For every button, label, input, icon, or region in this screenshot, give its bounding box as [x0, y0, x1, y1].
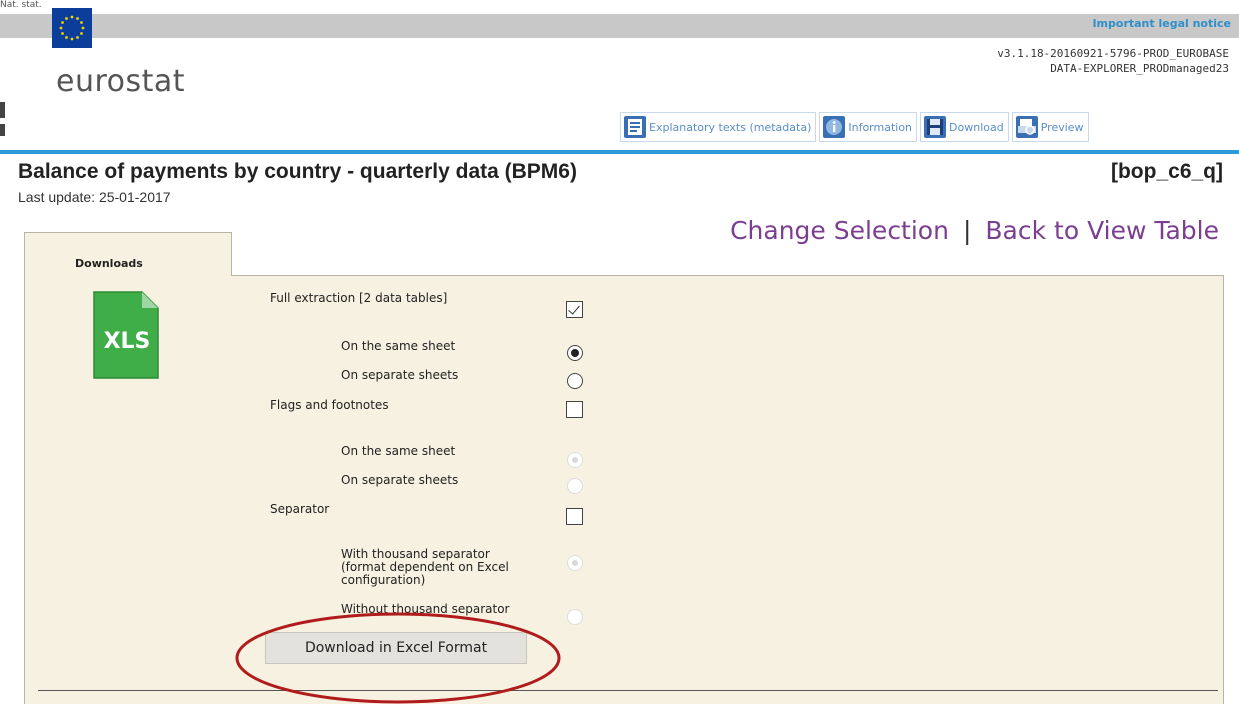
last-update: Last update: 25-01-2017 [18, 189, 171, 205]
change-selection-link[interactable]: Change Selection [730, 216, 949, 245]
toolbar-metadata-label: Explanatory texts (metadata) [649, 120, 812, 134]
toolbar-preview-button[interactable]: Preview [1011, 112, 1089, 142]
flags-same-sheet-radio[interactable] [567, 452, 583, 468]
panel-divider [38, 690, 1218, 691]
tab-downloads[interactable]: Downloads [24, 232, 232, 276]
print-preview-icon [1015, 116, 1038, 138]
legal-notice-link[interactable]: Important legal notice [1092, 17, 1231, 30]
metadata-icon [624, 116, 646, 138]
flags-separate-sheets-label: On separate sheets [341, 473, 459, 487]
flags-footnotes-checkbox[interactable] [566, 401, 583, 418]
toolbar-download-label: Download [949, 120, 1004, 134]
full-separate-sheets-radio[interactable] [567, 373, 583, 389]
flags-same-sheet-label: On the same sheet [341, 444, 456, 458]
toolbar: Explanatory texts (metadata) Information… [620, 110, 1092, 144]
toolbar-download-button[interactable]: Download [920, 112, 1009, 142]
full-same-sheet-radio[interactable] [567, 345, 583, 361]
separator-checkbox[interactable] [566, 508, 583, 525]
downloads-panel [24, 275, 1224, 704]
top-strip-text: Nat. stat. [0, 0, 42, 10]
flags-footnotes-label: Flags and footnotes [270, 398, 389, 412]
with-thousand-separator-label: With thousand separator (format dependen… [341, 548, 509, 587]
eurostat-logo[interactable]: eurostat [56, 64, 185, 99]
xls-file-icon-label: XLS [104, 329, 151, 354]
full-extraction-checkbox[interactable] [566, 301, 583, 318]
full-separate-sheets-label: On separate sheets [341, 368, 459, 382]
with-thousand-separator-radio[interactable] [567, 555, 583, 571]
info-icon [823, 116, 846, 138]
dataset-code: [bop_c6_q] [1110, 160, 1223, 183]
toolbar-preview-label: Preview [1040, 120, 1084, 134]
xls-file-icon: XLS [80, 290, 170, 380]
header-divider [0, 150, 1239, 154]
with-thousand-line-3: configuration) [341, 573, 426, 587]
top-banner-bar [0, 14, 1239, 38]
toolbar-information-button[interactable]: Information [819, 112, 918, 142]
nav-links: Change Selection | Back to View Table [730, 216, 1219, 245]
version-line-1: v3.1.18-20160921-5796-PROD_EUROBASE [997, 47, 1229, 60]
left-edge-marks [0, 40, 6, 140]
flags-separate-sheets-radio[interactable] [567, 478, 583, 494]
nav-separator: | [962, 216, 972, 245]
tab-downloads-label: Downloads [75, 257, 143, 270]
full-same-sheet-label: On the same sheet [341, 339, 456, 353]
back-to-view-table-link[interactable]: Back to View Table [985, 216, 1219, 245]
toolbar-metadata-button[interactable]: Explanatory texts (metadata) [620, 112, 817, 142]
version-line-2: DATA-EXPLORER_PRODmanaged23 [1050, 62, 1229, 75]
version-info: v3.1.18-20160921-5796-PROD_EUROBASE DATA… [997, 46, 1229, 76]
page-title: Balance of payments by country - quarter… [18, 160, 577, 183]
top-strip: Nat. stat. [0, 0, 330, 10]
download-excel-button[interactable]: Download in Excel Format [265, 632, 527, 664]
without-thousand-separator-radio[interactable] [567, 609, 583, 625]
full-extraction-label: Full extraction [2 data tables] [270, 291, 448, 305]
without-thousand-separator-label: Without thousand separator [341, 602, 510, 616]
separator-label: Separator [270, 502, 330, 516]
floppy-disk-icon [924, 116, 947, 138]
toolbar-information-label: Information [848, 120, 913, 134]
eu-flag-icon [52, 8, 92, 48]
